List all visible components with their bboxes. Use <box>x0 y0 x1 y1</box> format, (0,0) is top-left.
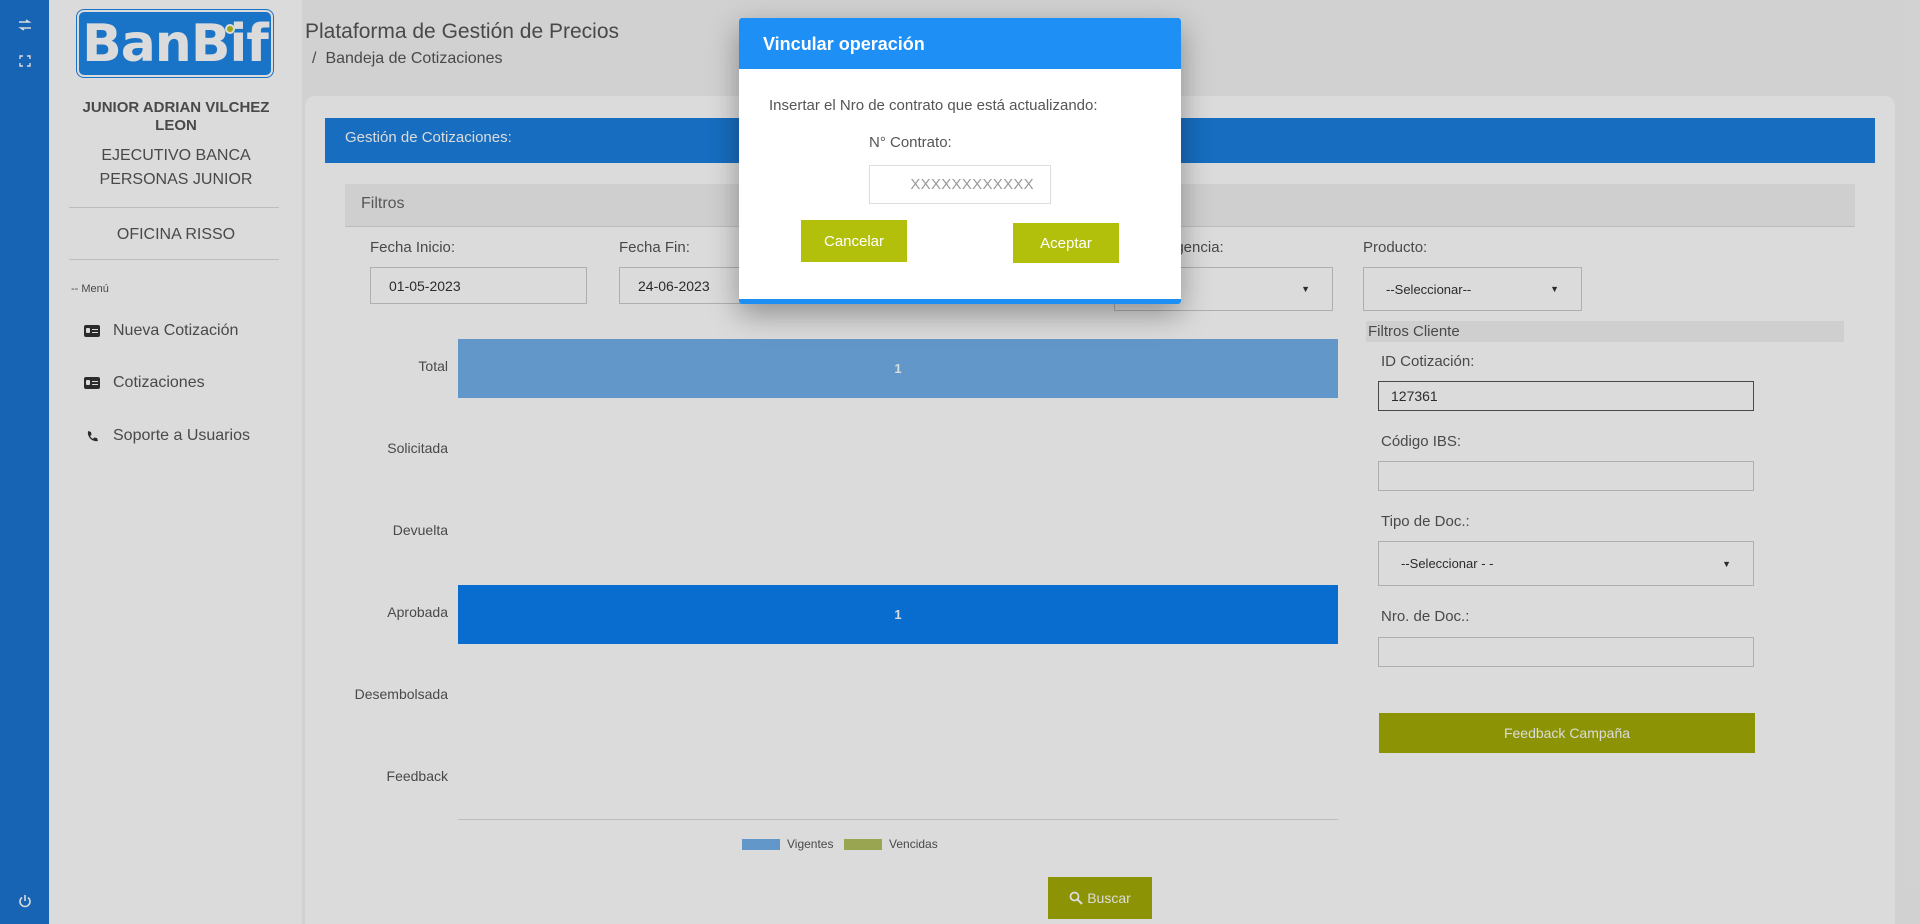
cancel-button[interactable]: Cancelar <box>801 220 907 262</box>
modal-prompt: Insertar el Nro de contrato que está act… <box>769 97 1098 114</box>
modal-title: Vincular operación <box>739 18 1181 69</box>
vincular-operacion-modal: Vincular operación Insertar el Nro de co… <box>739 18 1181 304</box>
contrato-label: N° Contrato: <box>869 134 952 151</box>
accept-button[interactable]: Aceptar <box>1013 223 1119 263</box>
contrato-input[interactable]: XXXXXXXXXXXX <box>869 165 1051 204</box>
modal-footer-bar <box>739 299 1181 304</box>
